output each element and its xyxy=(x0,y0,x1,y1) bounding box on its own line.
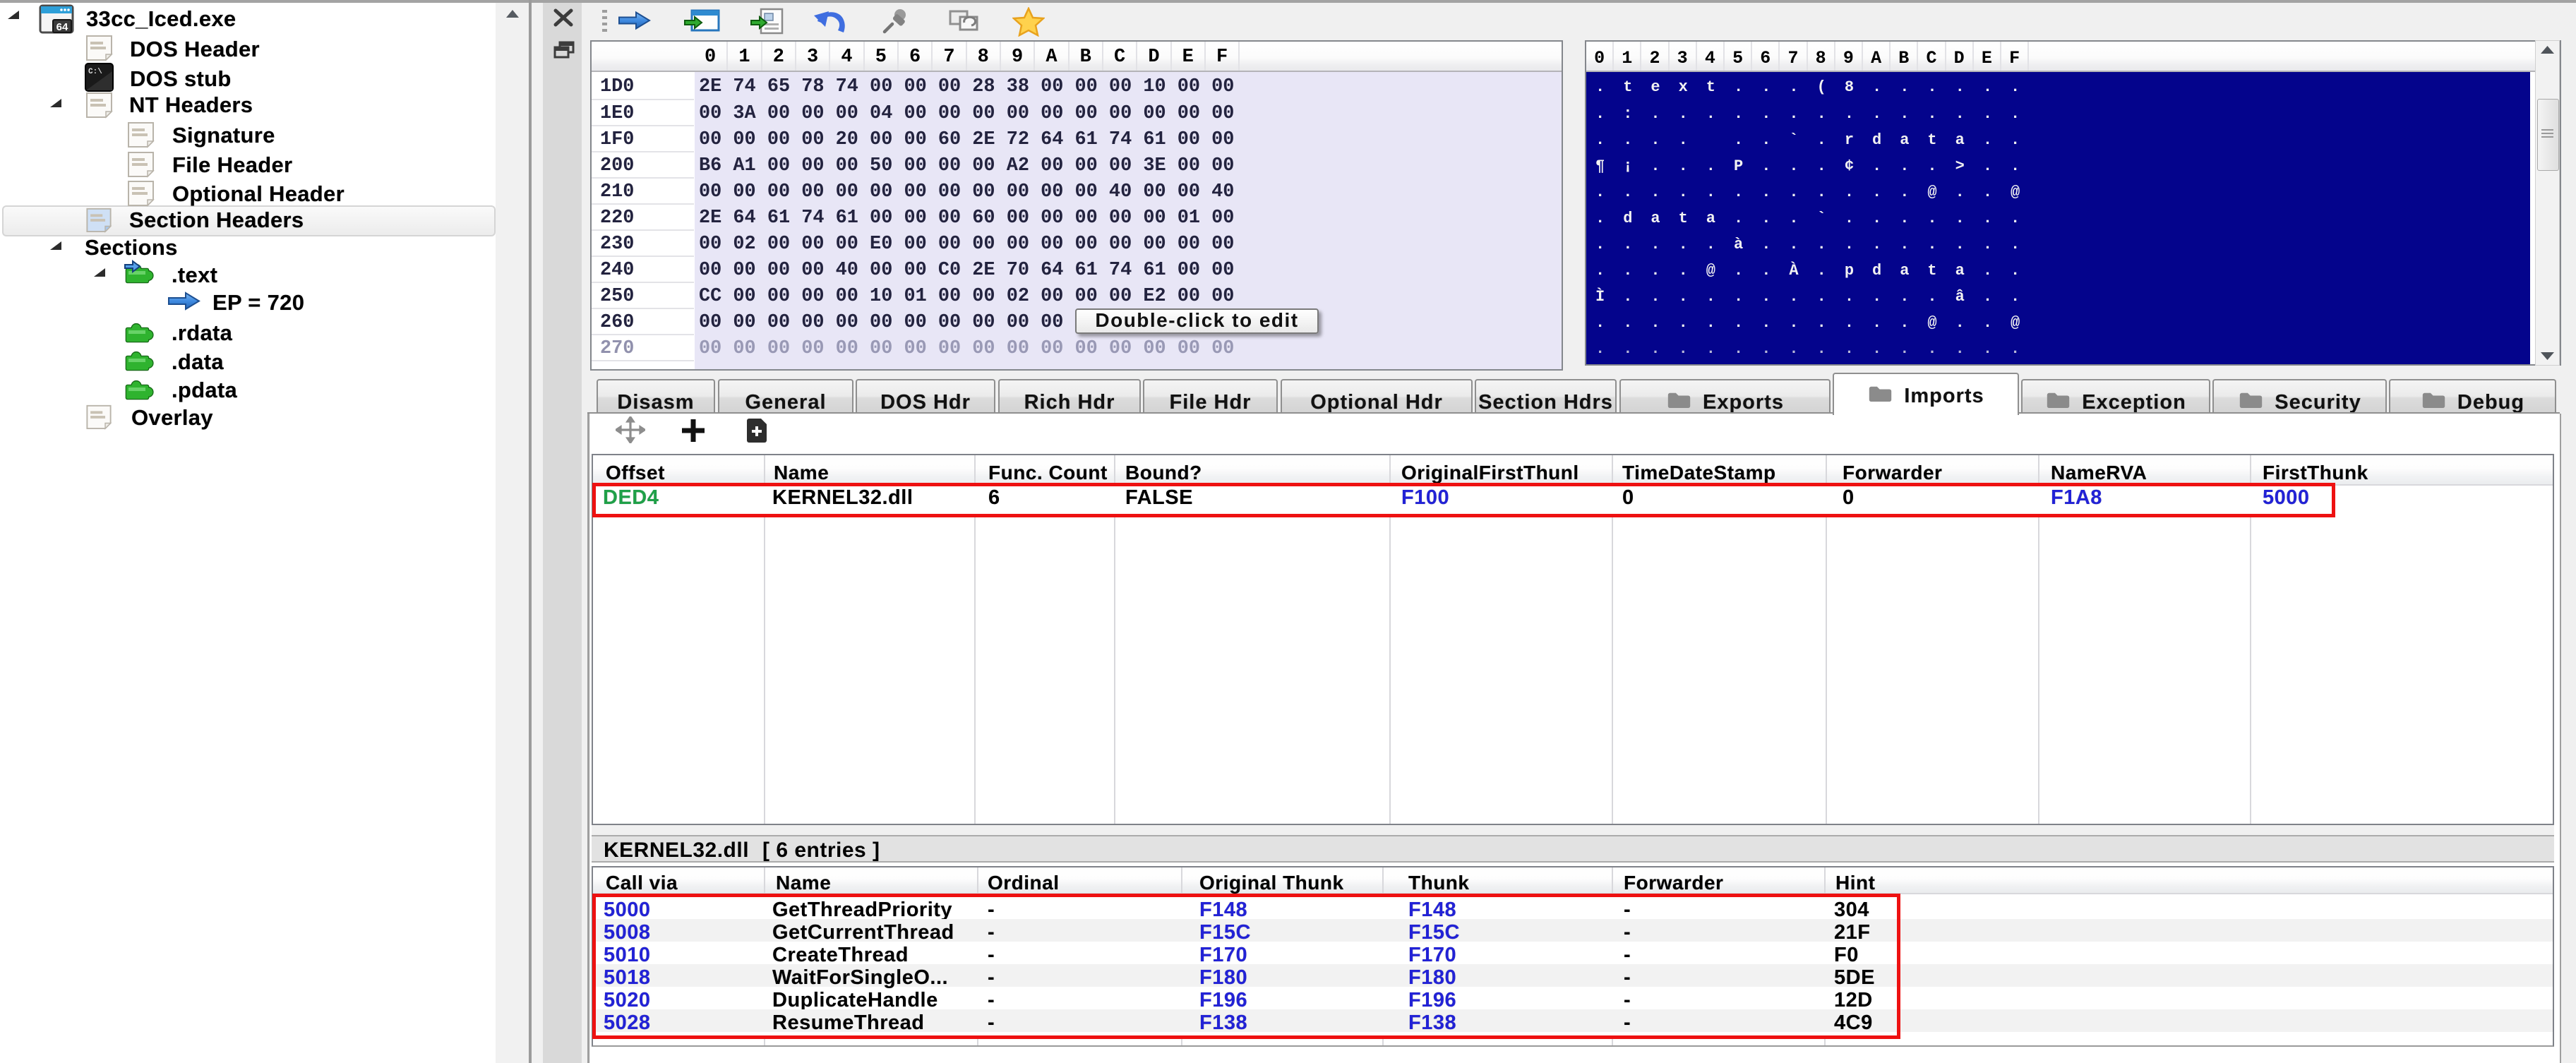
svg-text:C:\: C:\ xyxy=(88,68,102,76)
svg-text:64: 64 xyxy=(56,21,68,33)
